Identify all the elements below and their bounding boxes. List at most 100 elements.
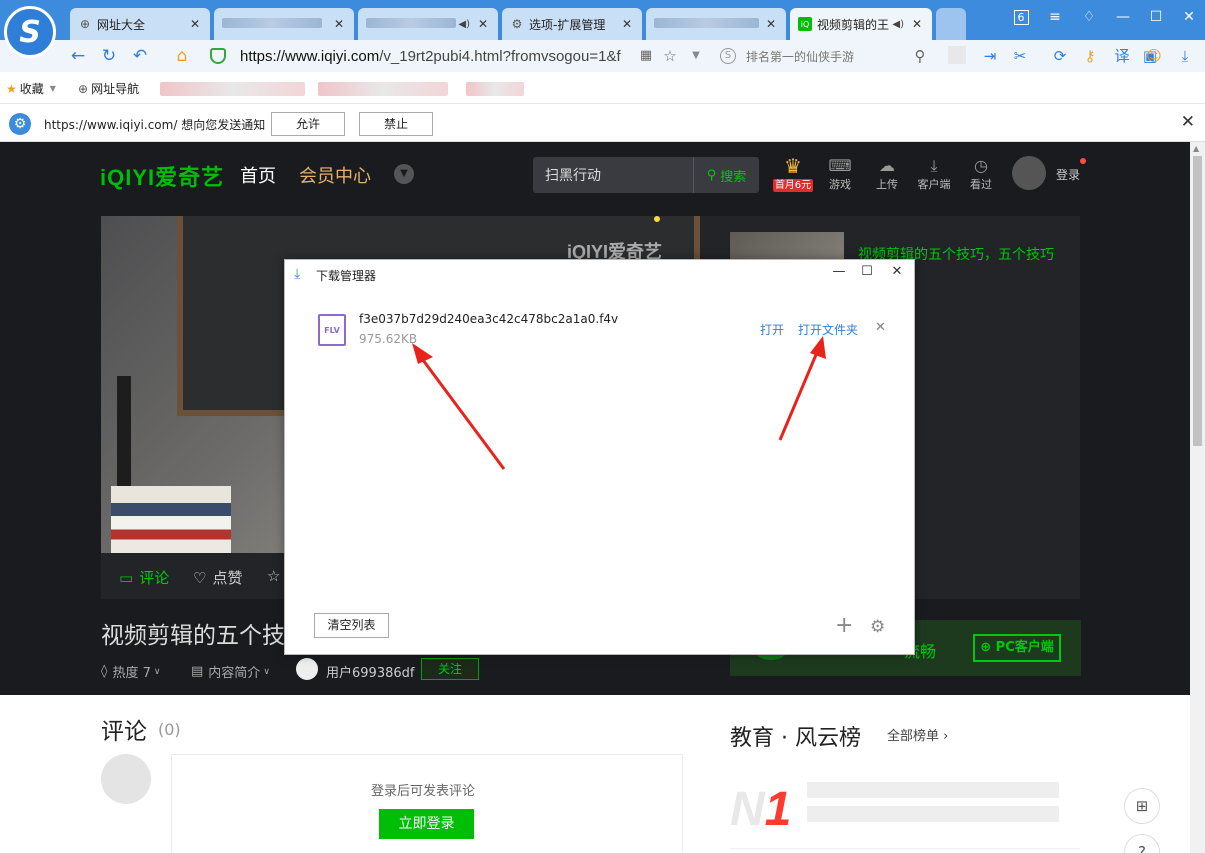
settings-gear-icon[interactable]: ⚙ <box>870 617 885 637</box>
iqiyi-logo[interactable]: iQIYI爱奇艺 <box>100 160 224 192</box>
menu-icon[interactable]: ≡ <box>1042 6 1068 28</box>
iqiyi-search-box[interactable]: 扫黑行动 ⚲ 搜索 <box>533 157 759 193</box>
pc-client-button[interactable]: ⊕ PC客户端 <box>973 634 1061 662</box>
nav-vip-center[interactable]: 会员中心 <box>299 162 371 188</box>
globe-icon: ⊕ <box>78 81 89 96</box>
gear-icon: ⚙ <box>9 113 31 135</box>
maximize-icon[interactable]: ☐ <box>1143 6 1169 28</box>
bookmarks-bar: ★ 收藏 ▼ ⊕ 网址导航 <box>0 72 1205 104</box>
file-size: 975.62KB <box>359 332 418 346</box>
tab-close-icon[interactable]: ✕ <box>764 17 778 31</box>
gift-icon[interactable]: ⊞ <box>1124 788 1160 824</box>
star-icon: ☆ <box>267 567 281 585</box>
like-action[interactable]: ♡ 点赞 <box>193 567 242 588</box>
tab-close-icon[interactable]: ✕ <box>476 17 490 31</box>
blurred-bookmarks-1[interactable] <box>160 82 305 96</box>
close-icon[interactable]: ✕ <box>1181 112 1195 132</box>
favorite-action[interactable]: ☆ <box>267 567 280 585</box>
speaker-icon[interactable]: ◀) <box>458 19 470 30</box>
blurred-extension-icon[interactable] <box>948 46 966 64</box>
blurred-bookmarks-3[interactable] <box>466 82 524 96</box>
nav-history[interactable]: ◷ 看过 <box>961 156 1001 192</box>
open-folder-link[interactable]: 打开文件夹 <box>798 321 858 338</box>
sogou-browser-logo[interactable]: S <box>4 6 56 58</box>
search-button[interactable]: ⚲ 搜索 <box>693 157 759 193</box>
new-tab-button[interactable] <box>936 8 966 40</box>
minimize-icon[interactable]: — <box>1110 6 1136 28</box>
comments-count: (0) <box>158 720 181 739</box>
nav-upload[interactable]: ☁ 上传 <box>867 156 907 192</box>
comment-action[interactable]: ▭ 评论 <box>119 567 169 588</box>
speaker-icon[interactable]: ◀) <box>892 19 904 30</box>
login-now-button[interactable]: 立即登录 <box>379 809 474 839</box>
page-scrollbar[interactable]: ▲ <box>1190 142 1205 853</box>
help-icon[interactable]: ? <box>1124 834 1160 853</box>
close-icon[interactable]: ✕ <box>888 264 906 279</box>
login-icon[interactable]: ⇥ <box>980 46 1000 66</box>
vip-promo[interactable]: ♛ 首月6元 <box>772 156 814 192</box>
tab-web-directory[interactable]: ⊕ 网址大全 ✕ <box>70 8 210 40</box>
refresh-circle-icon[interactable]: ⟳ <box>1050 46 1070 66</box>
add-download-icon[interactable]: + <box>835 615 853 637</box>
window-count-badge[interactable]: 6 <box>1008 6 1034 28</box>
scissors-icon[interactable]: ✂ <box>1010 46 1030 66</box>
gamepad-icon: ⌨ <box>828 156 852 175</box>
nav-home[interactable]: 首页 <box>240 162 276 188</box>
login-link[interactable]: 登录 <box>1056 166 1080 183</box>
refresh-icon[interactable]: ↻ <box>97 44 121 68</box>
nav-games[interactable]: ⌨ 游戏 <box>820 156 860 192</box>
chevron-down-icon[interactable]: ▼ <box>394 164 414 184</box>
remove-item-icon[interactable]: ✕ <box>875 320 886 335</box>
maximize-icon[interactable]: ☐ <box>858 264 876 279</box>
tab-extensions[interactable]: ⚙ 选项-扩展管理 ✕ <box>502 8 642 40</box>
user-avatar[interactable] <box>296 658 318 680</box>
favorites-menu[interactable]: ★ 收藏 ▼ <box>6 80 56 97</box>
url-dropdown-icon[interactable]: ▼ <box>686 46 706 66</box>
all-rankings-link[interactable]: 全部榜单 › <box>887 725 948 744</box>
more-menu-icon[interactable]: ☺ <box>1144 46 1164 66</box>
qr-code-icon[interactable]: ▦ <box>636 46 656 66</box>
nav-client[interactable]: ⤓ 客户端 <box>914 156 954 192</box>
uploader-name[interactable]: 用户699386df <box>326 662 414 681</box>
home-icon[interactable]: ⌂ <box>170 44 194 68</box>
heat-meta[interactable]: ◊ 热度 7 ∨ <box>101 662 160 681</box>
close-window-icon[interactable]: ✕ <box>1176 6 1202 28</box>
undo-icon[interactable]: ↶ <box>128 44 152 68</box>
allow-button[interactable]: 允许 <box>271 112 345 136</box>
avatar[interactable] <box>1012 156 1046 190</box>
clear-list-button[interactable]: 清空列表 <box>314 613 389 638</box>
blurred-bookmarks-2[interactable] <box>318 82 448 96</box>
skin-icon[interactable]: ♢ <box>1076 6 1102 28</box>
tab-blurred-audio[interactable]: ◀) ✕ <box>358 8 498 40</box>
download-icon[interactable]: ⤓ <box>1175 46 1195 66</box>
key-icon[interactable]: ⚷ <box>1080 46 1100 66</box>
tab-close-icon[interactable]: ✕ <box>188 17 202 31</box>
bookmark-web-nav[interactable]: ⊕ 网址导航 <box>78 80 139 97</box>
tab-close-icon[interactable]: ✕ <box>332 17 346 31</box>
tab-close-icon[interactable]: ✕ <box>620 17 634 31</box>
follow-button[interactable]: 关注 <box>421 658 479 680</box>
deny-button[interactable]: 禁止 <box>359 112 433 136</box>
search-input[interactable]: 扫黑行动 <box>533 165 693 185</box>
search-field[interactable]: S 排名第一的仙侠手游 <box>720 46 935 66</box>
clock-icon: ◷ <box>974 156 988 175</box>
scrollbar-thumb[interactable] <box>1193 156 1202 446</box>
chevron-down-icon: ∨ <box>263 666 270 677</box>
tab-blurred-1[interactable]: ✕ <box>214 8 354 40</box>
intro-meta[interactable]: ▤ 内容简介 ∨ <box>191 662 270 681</box>
bookmark-star-icon[interactable]: ☆ <box>660 46 680 66</box>
comment-login-tip: 登录后可发表评论 <box>371 784 476 799</box>
translate-icon[interactable]: 译 <box>1112 46 1132 66</box>
heart-icon: ♡ <box>193 568 207 587</box>
minimize-icon[interactable]: — <box>830 264 848 279</box>
open-file-link[interactable]: 打开 <box>760 321 784 338</box>
dialog-title-bar[interactable]: ⤓ 下载管理器 — ☐ ✕ <box>285 260 914 288</box>
url-field[interactable]: https://www.iqiyi.com/v_19rt2pubi4.html?… <box>210 44 710 68</box>
scroll-up-icon[interactable]: ▲ <box>1193 144 1199 153</box>
back-icon[interactable]: ← <box>66 44 90 68</box>
tab-iqiyi-active[interactable]: iQ 视频剪辑的王 ◀) ✕ <box>790 8 932 40</box>
search-icon[interactable]: ⚲ <box>910 46 930 66</box>
tab-blurred-2[interactable]: ✕ <box>646 8 786 40</box>
comments-heading: 评论 <box>101 719 147 745</box>
tab-close-icon[interactable]: ✕ <box>910 17 924 31</box>
